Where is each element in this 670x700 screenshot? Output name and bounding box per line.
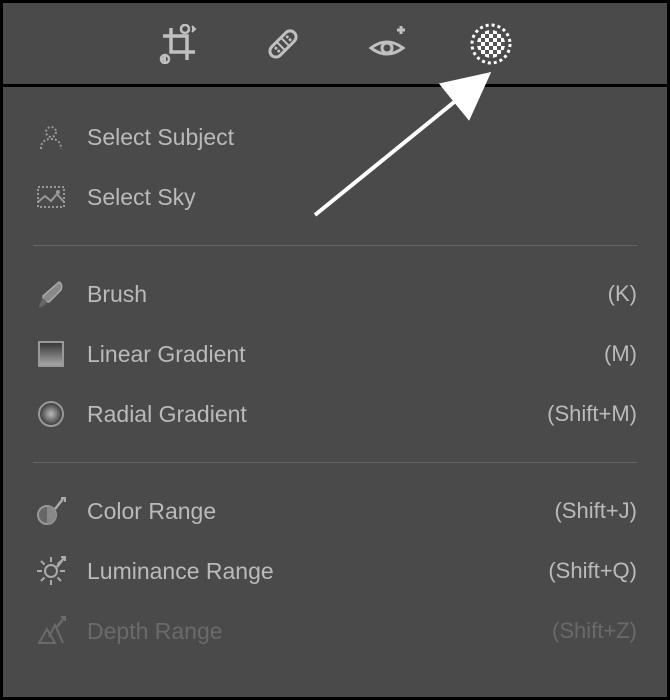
crop-icon [159,24,199,64]
eye-plus-icon [365,22,409,66]
toolbar [3,3,667,87]
menu-item-select-sky[interactable]: Select Sky [3,167,667,227]
depth-range-icon [33,613,69,649]
color-range-icon [33,493,69,529]
menu-item-depth-range: Depth Range (Shift+Z) [3,601,667,661]
healing-tool[interactable] [261,22,305,66]
menu-item-luminance-range[interactable]: Luminance Range (Shift+Q) [3,541,667,601]
menu-item-shortcut: (Shift+M) [547,401,637,427]
menu-item-label: Color Range [87,498,554,525]
menu-item-color-range[interactable]: Color Range (Shift+J) [3,481,667,541]
menu-item-label: Select Sky [87,184,637,211]
sky-icon [33,179,69,215]
menu-section-ranges: Color Range (Shift+J) [3,473,667,669]
red-eye-tool[interactable] [365,22,409,66]
menu-item-label: Select Subject [87,124,637,151]
menu-item-brush[interactable]: Brush (K) [3,264,667,324]
luminance-range-icon [33,553,69,589]
radial-gradient-icon [33,396,69,432]
menu-item-label: Linear Gradient [87,341,604,368]
menu-item-select-subject[interactable]: Select Subject [3,107,667,167]
menu-item-linear-gradient[interactable]: Linear Gradient (M) [3,324,667,384]
menu-item-radial-gradient[interactable]: Radial Gradient (Shift+M) [3,384,667,444]
linear-gradient-icon [33,336,69,372]
menu-item-label: Brush [87,281,608,308]
person-icon [33,119,69,155]
masking-menu: Select Subject Select Sky Brush [3,87,667,681]
menu-item-label: Depth Range [87,618,552,645]
mask-icon [469,22,513,66]
crop-tool[interactable] [157,22,201,66]
menu-section-select: Select Subject Select Sky [3,99,667,235]
menu-divider [33,245,637,246]
menu-item-shortcut: (Shift+Q) [548,558,637,584]
menu-item-shortcut: (Shift+Z) [552,618,637,644]
menu-item-shortcut: (M) [604,341,637,367]
masking-tool[interactable] [469,22,513,66]
menu-item-label: Luminance Range [87,558,548,585]
bandage-icon [262,23,304,65]
menu-section-gradients: Brush (K) Linear Gradient (M) [3,256,667,452]
brush-icon [33,276,69,312]
menu-item-label: Radial Gradient [87,401,547,428]
menu-divider [33,462,637,463]
menu-item-shortcut: (K) [608,281,637,307]
menu-item-shortcut: (Shift+J) [554,498,637,524]
